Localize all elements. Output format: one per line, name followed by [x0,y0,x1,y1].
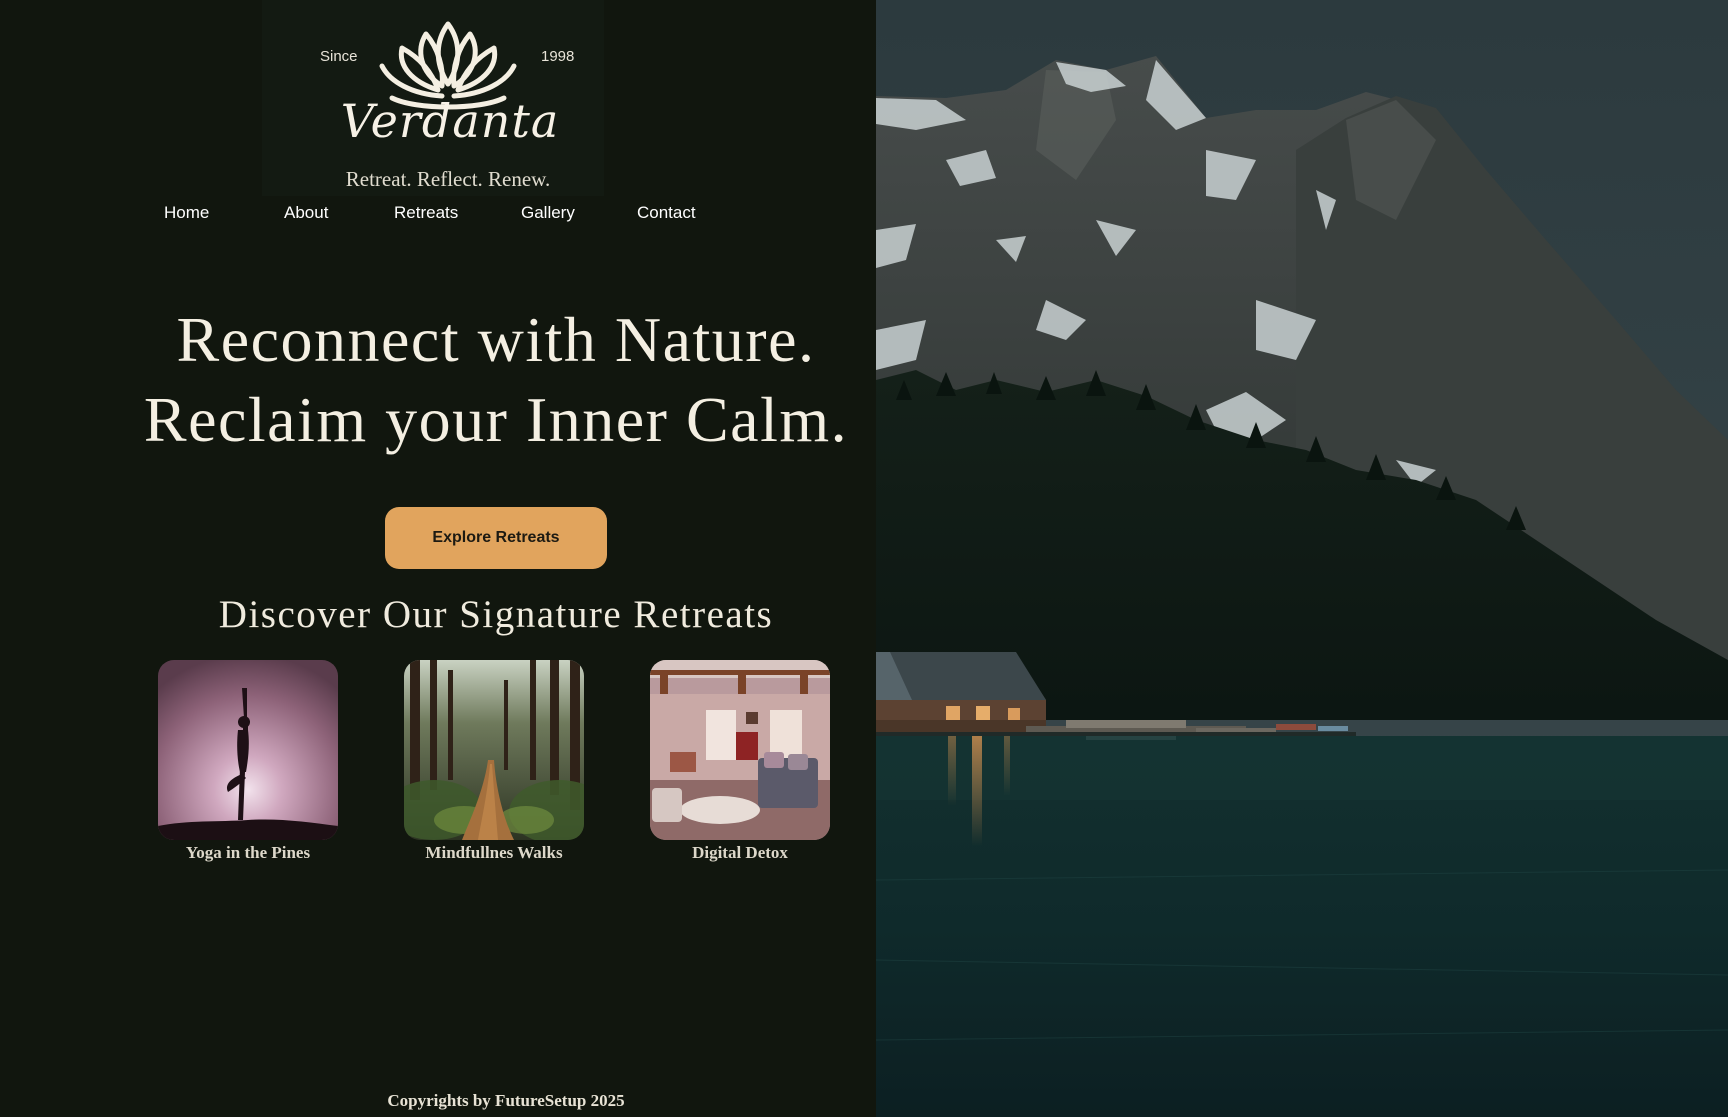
retreat-card-label: Mindfullnes Walks [425,843,563,862]
page: Since 1998 Verdanta Retreat. Reflect. Re… [0,0,1728,1117]
since-label: Since [320,48,358,65]
nav-home[interactable]: Home [164,203,209,223]
nav-contact[interactable]: Contact [637,203,696,223]
mountain-lake-image [876,0,1728,1117]
brand-tagline: Retreat. Reflect. Renew. [345,167,551,191]
retreat-card-label: Yoga in the Pines [185,843,311,862]
hero-line-2: Reclaim your Inner Calm. [143,384,849,455]
nav-retreats[interactable]: Retreats [394,203,458,223]
nav-about[interactable]: About [284,203,328,223]
explore-retreats-button[interactable]: Explore Retreats [385,507,607,569]
hero-image [876,0,1728,1117]
hero-line-1: Reconnect with Nature. [176,304,816,375]
nav-gallery[interactable]: Gallery [521,203,575,223]
cozy-room-image [650,660,830,840]
brand-name: Verdanta [340,94,560,148]
yoga-silhouette-image [158,660,338,840]
retreat-card-yoga[interactable]: Yoga in the Pines [158,660,338,863]
retreat-card-walks[interactable]: Mindfullnes Walks [404,660,584,863]
content-panel: Since 1998 Verdanta Retreat. Reflect. Re… [0,0,876,1117]
forest-path-image [404,660,584,840]
retreats-section-title: Discover Our Signature Retreats [218,593,774,636]
retreat-card-label: Digital Detox [692,843,788,862]
footer-copyright: Copyrights by FutureSetup 2025 [387,1091,625,1110]
hero-heading: Reconnect with Nature. Reclaim your Inne… [120,300,872,460]
retreat-card-detox[interactable]: Digital Detox [650,660,830,863]
since-year: 1998 [541,48,575,65]
